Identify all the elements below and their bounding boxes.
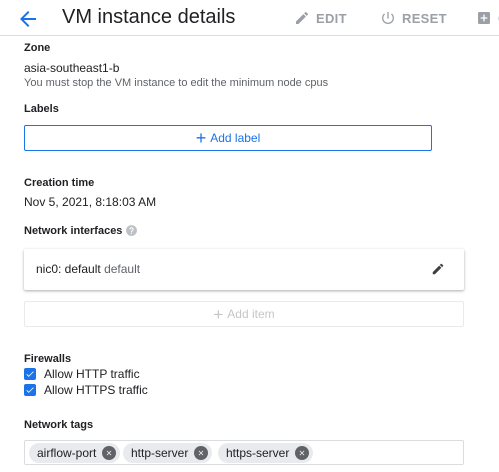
zone-hint: You must stop the VM instance to edit th… — [24, 77, 329, 89]
edit-nic-icon[interactable] — [431, 262, 445, 276]
create-button[interactable]: C — [476, 9, 499, 27]
remove-tag-icon[interactable] — [295, 446, 310, 460]
add-label-text: Add label — [210, 131, 261, 145]
pencil-icon — [296, 11, 309, 24]
creation-time-value: Nov 5, 2021, 8:18:03 AM — [24, 195, 157, 209]
zone-value: asia-southeast1-b — [24, 61, 120, 75]
network-tags-input[interactable]: airflow-port http-server https-server — [24, 440, 464, 465]
firewalls-label: Firewalls — [24, 353, 72, 365]
tag-chip-label: https-server — [226, 446, 290, 460]
creation-time-label: Creation time — [24, 177, 95, 189]
nic-network: default — [104, 262, 141, 276]
network-interface-card[interactable]: nic0: default default — [24, 249, 464, 290]
checkbox-checked-icon — [24, 384, 36, 396]
plus-icon: + — [213, 304, 224, 324]
nic-summary: nic0: default default — [36, 262, 140, 276]
remove-tag-icon[interactable] — [194, 446, 209, 460]
plus-icon: + — [195, 128, 207, 148]
add-item-text: Add item — [227, 307, 275, 321]
checkbox-checked-icon — [24, 368, 36, 380]
firewall-http-checkbox[interactable]: Allow HTTP traffic — [24, 367, 140, 381]
tag-chip: https-server — [218, 443, 314, 463]
back-arrow-icon[interactable] — [16, 7, 40, 31]
tag-chip-label: airflow-port — [37, 446, 97, 460]
remove-tag-icon[interactable] — [102, 446, 117, 460]
page-header: VM instance details EDIT RESET C — [0, 0, 499, 36]
edit-button-label: EDIT — [316, 10, 347, 26]
firewall-https-checkbox[interactable]: Allow HTTPS traffic — [24, 383, 148, 397]
tag-chip-label: http-server — [131, 446, 189, 460]
zone-label: Zone — [24, 42, 51, 54]
reset-button-label: RESET — [402, 10, 447, 26]
edit-button[interactable]: EDIT — [294, 9, 347, 27]
nic-name: nic0: default — [36, 262, 101, 276]
firewall-https-label: Allow HTTPS traffic — [44, 383, 148, 397]
help-icon[interactable] — [125, 224, 138, 237]
network-interfaces-label: Network interfaces — [24, 225, 123, 237]
tag-chip: airflow-port — [29, 443, 121, 463]
tag-chip: http-server — [123, 443, 213, 463]
power-icon — [382, 12, 394, 24]
add-item-button[interactable]: + Add item — [24, 301, 464, 327]
reset-button[interactable]: RESET — [380, 9, 447, 27]
add-box-icon — [478, 12, 490, 24]
labels-label: Labels — [24, 103, 59, 115]
network-tags-label: Network tags — [24, 419, 94, 431]
firewall-http-label: Allow HTTP traffic — [44, 367, 140, 381]
add-label-button[interactable]: + Add label — [24, 125, 432, 151]
page-title: VM instance details — [62, 6, 236, 28]
